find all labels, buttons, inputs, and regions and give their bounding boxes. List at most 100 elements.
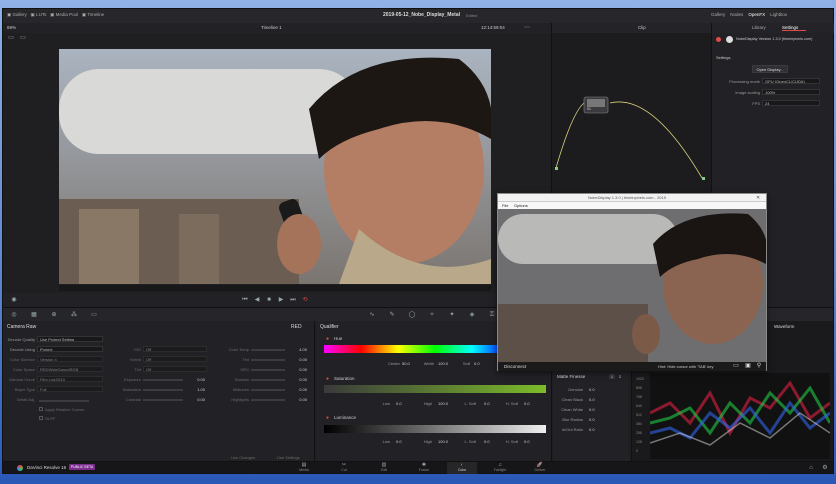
jog-icon[interactable]: ◉ [9,296,19,304]
viewer-options-icon[interactable]: ⋯ [523,24,531,32]
close-icon[interactable]: ✕ [756,195,760,201]
popup-titlebar[interactable]: NobeDisplay 1.3.0 | timeinpixels.com - 2… [498,194,766,202]
tab-openfx[interactable]: OpenFX [748,12,765,17]
magic-mask-icon[interactable]: ✦ [447,311,457,319]
tint2-value[interactable]: 0.00 [289,357,307,362]
lum-enable-dot[interactable]: ● [326,415,329,421]
exposure-slider[interactable] [143,379,183,381]
split-icon[interactable]: ▭ [7,34,15,42]
hue-width-value[interactable]: 100.0 [438,361,454,366]
rgb-mixer-icon[interactable]: ⁂ [69,311,79,319]
page-cut[interactable]: ✂ Cut [329,462,359,474]
blur-icon[interactable]: ◈ [467,311,477,319]
detail-slider[interactable] [39,400,89,402]
page-edit[interactable]: ▥ Edit [369,462,399,474]
clean-white-value[interactable]: 0.0 [589,407,601,412]
color-temp-value[interactable]: 4.00 [289,347,307,352]
use-changes-button[interactable]: Use Changes [231,455,261,460]
blur-radius-value[interactable]: 0.0 [589,417,601,422]
shadow-slider[interactable] [251,379,285,381]
sat-enable-dot[interactable]: ● [326,376,329,382]
gamma-curve-select[interactable]: Film Log3G10 [37,376,103,382]
drx-value[interactable]: 0.00 [289,367,307,372]
tracker-icon[interactable]: ✧ [427,311,437,319]
hue-center-value[interactable]: 50.0 [402,361,416,366]
drx-slider[interactable] [251,369,285,371]
saturation-slider[interactable] [143,389,183,391]
key-icon[interactable]: ⚿ [487,311,497,319]
lum-hsoft-value[interactable]: 0.0 [524,439,536,444]
tab-media-pool[interactable]: ▣ Media Pool [50,12,78,17]
shadow-value[interactable]: 0.00 [289,377,307,382]
curves-icon[interactable]: ∿ [367,311,377,319]
contrast-slider[interactable] [143,399,183,401]
scrubber-bar[interactable] [59,285,491,291]
skip-back-icon[interactable]: ⏮ [241,296,249,304]
tab-library[interactable]: Library [752,25,772,30]
midtones-value[interactable]: 0.00 [289,387,307,392]
midtones-slider[interactable] [251,389,285,391]
sat-hsoft-value[interactable]: 0.0 [524,401,536,406]
tab-lightbox[interactable]: Lightbox [770,12,787,17]
highlights-slider[interactable] [251,399,285,401]
wipe-icon[interactable]: ▭ [19,34,27,42]
inout-ratio-value[interactable]: 0.0 [589,427,601,432]
color-space-select[interactable]: REDWideGamutRGB [37,366,103,372]
loop-icon[interactable]: ⟲ [301,296,309,304]
next-frame-icon[interactable]: ⏭ [289,296,297,304]
open-display-button[interactable]: Open Display... [752,65,788,73]
viewer-image[interactable] [59,49,491,284]
scope-title[interactable]: Waveform [774,324,804,329]
tab-luts[interactable]: ▣ LUTs [31,12,47,17]
settings-icon[interactable]: ⚙ [821,464,829,472]
decode-using-select[interactable]: Project [37,346,103,352]
color-science-select[interactable]: Version 4 [37,356,103,362]
iso-select[interactable]: Off [143,346,207,352]
fullscreen-icon[interactable]: ▭ [732,362,740,370]
tab-settings[interactable]: Settings [782,25,806,31]
timeline-selector[interactable]: Timeline 1 [261,25,301,30]
tab-gallery-right[interactable]: Gallery [711,12,725,17]
highlights-value[interactable]: 0.00 [289,397,307,402]
saturation-value[interactable]: 1.00 [187,387,205,392]
bayer-type-select[interactable]: Full [37,386,103,392]
tab-gallery[interactable]: ▣ Gallery [7,12,27,17]
color-wheels-icon[interactable]: ⊕ [49,311,59,319]
color-match-icon[interactable]: ▦ [29,311,39,319]
home-icon[interactable]: ⌂ [807,464,815,472]
denoise-value[interactable]: 0.0 [589,387,601,392]
page-fusion[interactable]: ✺ Fusion [409,462,439,474]
color-temp-slider[interactable] [251,349,285,351]
hue-soft-value[interactable]: 0.0 [474,361,486,366]
camera-raw-icon[interactable]: ◎ [9,311,19,319]
qualifier-icon[interactable]: ✎ [387,311,397,319]
tab-nodes[interactable]: Nodes [730,12,743,17]
pin-icon[interactable]: ⚲ [755,362,763,370]
tint-select[interactable]: Off [143,366,207,372]
luminance-bar[interactable] [324,425,546,433]
page-media[interactable]: ▤ Media [289,462,319,474]
stop-icon[interactable]: ■ [265,296,273,304]
motion-effects-icon[interactable]: ▭ [89,311,99,319]
contrast-value[interactable]: 0.00 [187,397,205,402]
sat-high-value[interactable]: 100.0 [438,401,454,406]
relative-curves-checkbox[interactable] [39,407,43,411]
tint2-slider[interactable] [251,359,285,361]
decode-quality-select[interactable]: Use Project Setting [37,336,103,342]
lum-low-value[interactable]: 0.0 [396,439,408,444]
zoom-level[interactable]: 69% [7,25,27,30]
prev-frame-icon[interactable]: ◀ [253,296,261,304]
image-scaling-select[interactable]: 100% [762,89,820,95]
disconnect-button[interactable]: Disconnect [504,364,534,369]
lum-lsoft-value[interactable]: 0.0 [484,439,496,444]
hue-enable-dot[interactable]: ● [326,336,329,342]
page-deliver[interactable]: 🚀 Deliver [525,462,555,474]
sat-lsoft-value[interactable]: 0.0 [484,401,496,406]
fps-select[interactable]: 24 [762,100,820,106]
play-icon[interactable]: ▶ [277,296,285,304]
processing-mode-select[interactable]: GPU (OpenCL/CUDA) [762,78,820,84]
exposure-value[interactable]: 0.00 [187,377,205,382]
enable-toggle[interactable] [716,37,721,42]
menu-options[interactable]: Options [514,203,534,208]
use-settings-button[interactable]: Use Settings [277,455,307,460]
